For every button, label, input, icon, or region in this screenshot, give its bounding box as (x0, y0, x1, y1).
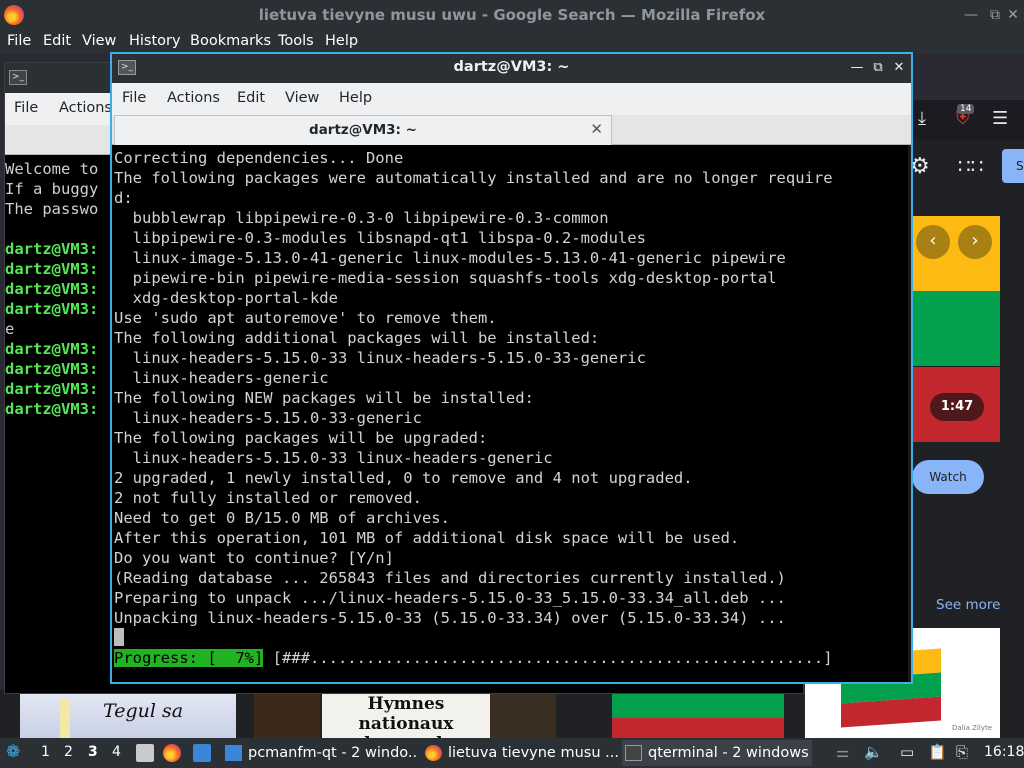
terminal-back-line: If a buggy (5, 180, 99, 198)
terminal-back-prompt-line: dartz@VM3: (5, 380, 99, 398)
sign-in-button[interactable]: S (1002, 149, 1024, 183)
terminal-back-line: The passwo (5, 200, 99, 218)
hamburger-menu-icon[interactable]: ☰ (992, 108, 1008, 129)
folder-icon (225, 745, 242, 761)
taskbar: ❁ 1 2 3 4 pcmanfm-qt - 2 windo... lietuv… (0, 738, 1024, 768)
task-firefox-label: lietuva tievyne musu ... (448, 745, 618, 761)
apt-progress-line: Progress: [ 7%] [###....................… (114, 648, 833, 668)
terminal-menu-edit[interactable]: Edit (237, 90, 265, 106)
network-icon[interactable]: ⎘ (956, 743, 968, 761)
terminal-menu-view[interactable]: View (285, 90, 319, 106)
show-desktop-icon[interactable] (193, 744, 211, 762)
workspace-2[interactable]: 2 (64, 744, 73, 760)
extension-badge: 14 (957, 104, 975, 114)
terminal-back-menu-actions[interactable]: Actions (59, 100, 112, 116)
task-pcmanfm-label: pcmanfm-qt - 2 windo... (248, 745, 418, 761)
task-firefox[interactable]: lietuva tievyne musu ... (422, 740, 618, 766)
firefox-titlebar: lietuva tievyne musu uwu - Google Search… (0, 0, 1024, 30)
close-icon[interactable]: ✕ (1002, 4, 1024, 26)
clipboard-icon[interactable]: 📋 (928, 743, 947, 761)
minimize-icon[interactable]: — (960, 4, 982, 26)
terminal-back-line: Welcome to (5, 160, 99, 178)
terminal-back-prompt-line: dartz@VM3: (5, 340, 99, 358)
minimize-icon[interactable]: — (848, 58, 866, 78)
terminal-back-prompt-line: dartz@VM3: (5, 400, 99, 418)
terminal-tab[interactable]: dartz@VM3: ~ ✕ (114, 115, 612, 145)
terminal-menubar: File Actions Edit View Help (112, 83, 911, 115)
workspace-1[interactable]: 1 (41, 744, 50, 760)
terminal-back-menu-file[interactable]: File (14, 100, 38, 116)
workspace-4[interactable]: 4 (112, 744, 121, 760)
start-menu-icon[interactable]: ❁ (6, 742, 20, 762)
image-thumbnail-flag-bands[interactable] (612, 690, 784, 738)
image-signature: Dalia Zilyte (952, 724, 992, 732)
terminal-cursor (114, 628, 124, 646)
clock[interactable]: 16:18 (984, 744, 1024, 760)
workspace-3[interactable]: 3 (88, 744, 98, 760)
volume-icon[interactable]: 🔈 (864, 743, 883, 761)
terminal-window-front[interactable]: >_ dartz@VM3: ~ — ⧉ ✕ File Actions Edit … (110, 52, 913, 684)
flag-pole-graphic (60, 700, 70, 738)
task-pcmanfm[interactable]: pcmanfm-qt - 2 windo... (222, 740, 418, 766)
terminal-icon: >_ (9, 70, 27, 85)
terminal-titlebar: >_ dartz@VM3: ~ — ⧉ ✕ (112, 54, 911, 83)
task-qterminal[interactable]: qterminal - 2 windows (622, 740, 812, 766)
terminal-output: Correcting dependencies... Done The foll… (114, 149, 833, 627)
image-thumbnail-hymnes[interactable]: Hymnes nationaux du monde (322, 694, 490, 754)
tab-close-icon[interactable]: ✕ (590, 120, 603, 138)
apps-grid-icon[interactable]: ∷∷ (958, 154, 983, 178)
terminal-scrollbar[interactable] (908, 145, 911, 682)
file-manager-icon[interactable] (136, 744, 154, 762)
firefox-menu-view[interactable]: View (82, 33, 116, 49)
firefox-menu-history[interactable]: History (129, 33, 181, 49)
progress-label: Progress: [ 7%] (114, 649, 264, 667)
firefox-launcher-icon[interactable] (163, 744, 181, 762)
terminal-back-prompt-line: dartz@VM3: (5, 240, 99, 258)
terminal-back-line (5, 219, 111, 239)
firefox-menu-file[interactable]: File (7, 33, 31, 49)
terminal-back-output: Welcome to If a buggy The passwo dartz@VM3… (5, 159, 111, 419)
terminal-window-title: dartz@VM3: ~ (453, 59, 570, 75)
progress-bar-text: [###....................................… (263, 649, 833, 667)
task-qterminal-label: qterminal - 2 windows (648, 745, 809, 761)
terminal-back-prompt-line: dartz@VM3: (5, 360, 99, 378)
firefox-menu-edit[interactable]: Edit (43, 33, 71, 49)
carousel-prev-icon[interactable]: ‹ (916, 225, 950, 259)
see-more-link[interactable]: See more (936, 597, 1000, 613)
video-duration-badge: 1:47 (930, 393, 984, 421)
close-icon[interactable]: ✕ (890, 58, 908, 78)
firefox-menubar: File Edit View History Bookmarks Tools H… (0, 30, 1024, 54)
firefox-menu-help[interactable]: Help (325, 33, 358, 49)
terminal-back-prompt-line: dartz@VM3: (5, 280, 99, 298)
terminal-menu-file[interactable]: File (122, 90, 146, 106)
drag-handle-icon: ⚌ (836, 743, 850, 761)
maximize-icon[interactable]: ⧉ (869, 58, 887, 78)
terminal-back-prompt-line: dartz@VM3: (5, 300, 99, 318)
firefox-window-title: lietuva tievyne musu uwu - Google Search… (258, 6, 766, 24)
thumbnail-caption-tegul: Tegul sa (103, 700, 184, 722)
watch-button[interactable]: Watch (912, 460, 984, 494)
firefox-menu-bookmarks[interactable]: Bookmarks (190, 33, 271, 49)
terminal-back-prompt-line: dartz@VM3: (5, 260, 99, 278)
terminal-back-line: e (5, 320, 15, 338)
carousel-next-icon[interactable]: › (958, 225, 992, 259)
terminal-menu-help[interactable]: Help (339, 90, 372, 106)
terminal-tabbar: dartz@VM3: ~ ✕ (112, 115, 911, 145)
firefox-icon (425, 745, 442, 761)
flag-green-band (912, 291, 1000, 366)
firefox-menu-tools[interactable]: Tools (278, 33, 314, 49)
display-icon[interactable]: ▭ (900, 743, 914, 761)
image-thumbnail-dark[interactable] (254, 690, 320, 738)
download-icon[interactable]: ⤓ (918, 108, 926, 129)
terminal-tab-label: dartz@VM3: ~ (309, 122, 417, 138)
image-thumbnail-dark2[interactable] (490, 690, 556, 738)
terminal-menu-actions[interactable]: Actions (167, 90, 220, 106)
terminal-icon (625, 745, 642, 761)
hymnes-title-line1: Hymnes nationaux (358, 694, 454, 734)
